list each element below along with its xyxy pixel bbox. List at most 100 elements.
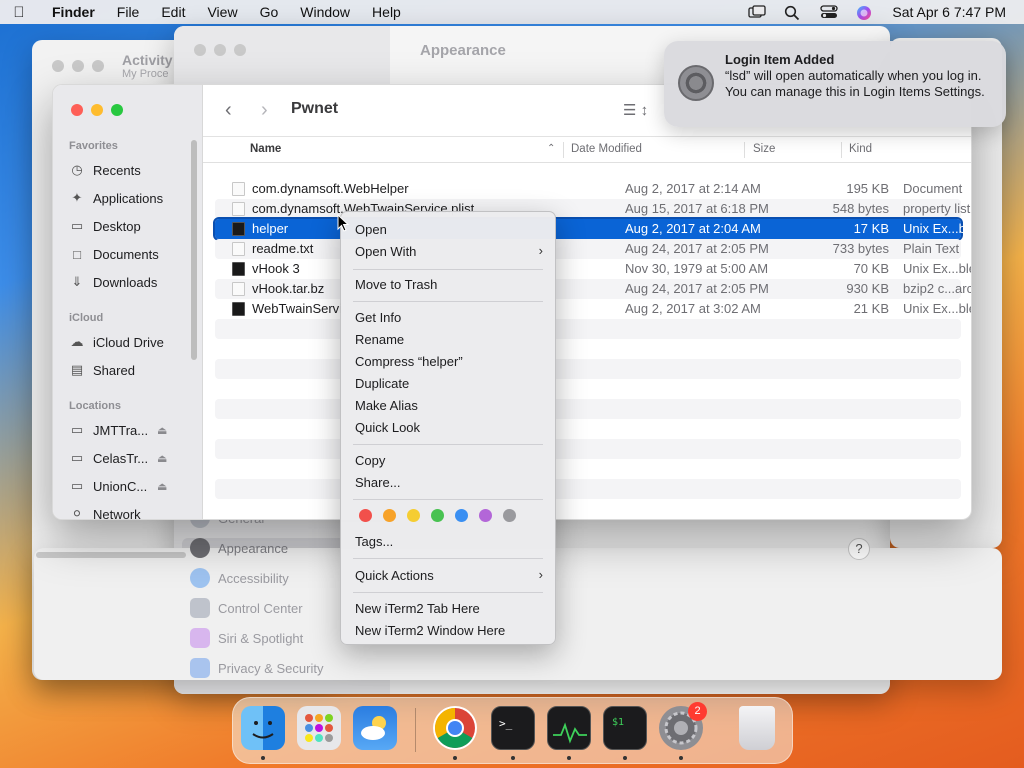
- help-button[interactable]: ?: [848, 538, 870, 560]
- login-item-notification[interactable]: Login Item Added “lsd” will open automat…: [664, 41, 1006, 127]
- icloud-header: iCloud: [69, 312, 104, 324]
- menu-iterm2-tab[interactable]: New iTerm2 Tab Here: [355, 601, 480, 616]
- settings-item-appearance[interactable]: Appearance: [190, 536, 288, 560]
- file-row[interactable]: vHook 3 Nov 30, 1979 at 5:00 AM 70 KB Unix …: [215, 259, 971, 279]
- dock-finder-icon[interactable]: [241, 706, 285, 750]
- sidebar-item-volume-1[interactable]: ▭ JMTTra... ⏏: [69, 419, 168, 441]
- spotlight-search-icon[interactable]: [784, 5, 802, 21]
- dock-terminal-icon[interactable]: >_: [491, 706, 535, 750]
- sidebar-item-volume-2[interactable]: ▭ CelasTr... ⏏: [69, 447, 168, 469]
- menu-quick-look[interactable]: Quick Look: [355, 420, 420, 435]
- menu-iterm2-window[interactable]: New iTerm2 Window Here: [355, 623, 505, 638]
- menu-make-alias[interactable]: Make Alias: [355, 398, 418, 413]
- close-button[interactable]: [71, 104, 83, 116]
- zoom-button[interactable]: [111, 104, 123, 116]
- file-name: vHook.tar.bz: [252, 281, 325, 296]
- submenu-chevron-icon: ›: [538, 567, 543, 582]
- tag-yellow[interactable]: [407, 509, 420, 522]
- menu-open-with[interactable]: Open With: [355, 244, 416, 259]
- menu-view[interactable]: View: [196, 4, 248, 20]
- minimize-button[interactable]: [91, 104, 103, 116]
- scrollbar[interactable]: [36, 552, 186, 558]
- dock-weather-icon[interactable]: [353, 706, 397, 750]
- sidebar-item-downloads[interactable]: ⇓ Downloads: [69, 271, 158, 293]
- settings-item-siri[interactable]: Siri & Spotlight: [190, 626, 303, 650]
- screen-mirroring-icon[interactable]: [748, 5, 767, 19]
- back-chevron-icon[interactable]: ‹: [225, 99, 232, 122]
- column-date[interactable]: Date Modified: [571, 143, 642, 155]
- file-row[interactable]: com.dynamsoft.WebTwainService.plist Aug 1…: [215, 199, 970, 219]
- eject-icon[interactable]: ⏏: [157, 480, 167, 493]
- menubar-clock[interactable]: Sat Apr 6 7:47 PM: [892, 4, 1006, 20]
- file-row[interactable]: vHook.tar.bz Aug 24, 2017 at 2:05 PM 930 K…: [215, 279, 971, 299]
- dock-launchpad-icon[interactable]: [297, 706, 341, 750]
- zoom-button[interactable]: [234, 44, 246, 56]
- menu-compress[interactable]: Compress “helper”: [355, 354, 463, 369]
- sidebar-item-recents[interactable]: ◷ Recents: [69, 159, 140, 181]
- sidebar-item-desktop[interactable]: ▭ Desktop: [69, 215, 141, 237]
- sidebar-item-applications[interactable]: ✦ Applications: [69, 187, 164, 209]
- apple-menu-icon[interactable]: : [0, 4, 38, 21]
- menu-window[interactable]: Window: [289, 4, 361, 20]
- menu-help[interactable]: Help: [361, 4, 412, 20]
- menu-tags[interactable]: Tags...: [355, 534, 393, 549]
- menu-app-finder[interactable]: Finder: [38, 4, 106, 20]
- tag-gray[interactable]: [503, 509, 516, 522]
- tag-red[interactable]: [359, 509, 372, 522]
- eject-icon[interactable]: ⏏: [157, 452, 167, 465]
- empty-row: [215, 339, 961, 359]
- sidebar-item-network[interactable]: ⚪ Network: [69, 503, 141, 519]
- tag-green[interactable]: [431, 509, 444, 522]
- dock-trash-icon[interactable]: [739, 706, 775, 750]
- dock-divider: [415, 708, 416, 752]
- column-name[interactable]: Name: [250, 143, 281, 155]
- empty-row: [215, 439, 961, 459]
- control-center-icon[interactable]: [820, 5, 839, 19]
- menu-file[interactable]: File: [106, 4, 151, 20]
- menu-go[interactable]: Go: [249, 4, 290, 20]
- tag-purple[interactable]: [479, 509, 492, 522]
- menu-get-info[interactable]: Get Info: [355, 310, 401, 325]
- tag-blue[interactable]: [455, 509, 468, 522]
- file-kind: property list: [903, 201, 971, 216]
- siri-icon[interactable]: [856, 5, 874, 20]
- sidebar-item-icloud-drive[interactable]: ☁ iCloud Drive: [69, 331, 164, 353]
- settings-item-control-center[interactable]: Control Center: [190, 596, 303, 620]
- forward-chevron-icon[interactable]: ›: [261, 99, 268, 122]
- eject-icon[interactable]: ⏏: [157, 424, 167, 437]
- shared-folder-icon: ▤: [70, 362, 84, 377]
- sidebar-scrollbar[interactable]: [191, 140, 197, 360]
- menu-open[interactable]: Open: [355, 222, 387, 237]
- close-button[interactable]: [52, 60, 64, 72]
- menu-move-to-trash[interactable]: Move to Trash: [355, 277, 437, 292]
- settings-item-privacy[interactable]: Privacy & Security: [190, 656, 323, 680]
- file-size: 21 KB: [853, 301, 889, 316]
- sidebar-item-volume-3[interactable]: ▭ UnionC... ⏏: [69, 475, 168, 497]
- settings-item-accessibility[interactable]: Accessibility: [190, 566, 289, 590]
- minimize-button[interactable]: [214, 44, 226, 56]
- file-row[interactable]: com.dynamsoft.WebHelper Aug 2, 2017 at 2:…: [215, 179, 962, 199]
- menu-rename[interactable]: Rename: [355, 332, 404, 347]
- list-view-icon[interactable]: ☰ ↕: [623, 101, 648, 119]
- dock-activity-monitor-icon[interactable]: [547, 706, 591, 750]
- file-row[interactable]: WebTwainServi Aug 2, 2017 at 3:02 AM 21 KB…: [215, 299, 971, 319]
- menu-share[interactable]: Share...: [355, 475, 401, 490]
- menu-copy[interactable]: Copy: [355, 453, 385, 468]
- tag-orange[interactable]: [383, 509, 396, 522]
- sort-chevron-icon[interactable]: ⌃: [547, 143, 555, 154]
- column-kind[interactable]: Kind: [849, 143, 872, 155]
- zoom-button[interactable]: [92, 60, 104, 72]
- menu-edit[interactable]: Edit: [150, 4, 196, 20]
- sidebar-item-shared[interactable]: ▤ Shared: [69, 359, 135, 381]
- file-row[interactable]: helper Aug 2, 2017 at 2:04 AM 17 KB Unix Ex…: [213, 217, 971, 241]
- dock-chrome-icon[interactable]: [433, 706, 477, 750]
- column-size[interactable]: Size: [753, 143, 775, 155]
- close-button[interactable]: [194, 44, 206, 56]
- menu-quick-actions[interactable]: Quick Actions: [355, 568, 434, 583]
- system-settings-gear-icon: [678, 65, 714, 101]
- menu-duplicate[interactable]: Duplicate: [355, 376, 409, 391]
- dock-console-icon[interactable]: $1: [603, 706, 647, 750]
- minimize-button[interactable]: [72, 60, 84, 72]
- sidebar-item-documents[interactable]: □ Documents: [69, 243, 159, 265]
- file-row[interactable]: readme.txt Aug 24, 2017 at 2:05 PM 733 byt…: [215, 239, 961, 259]
